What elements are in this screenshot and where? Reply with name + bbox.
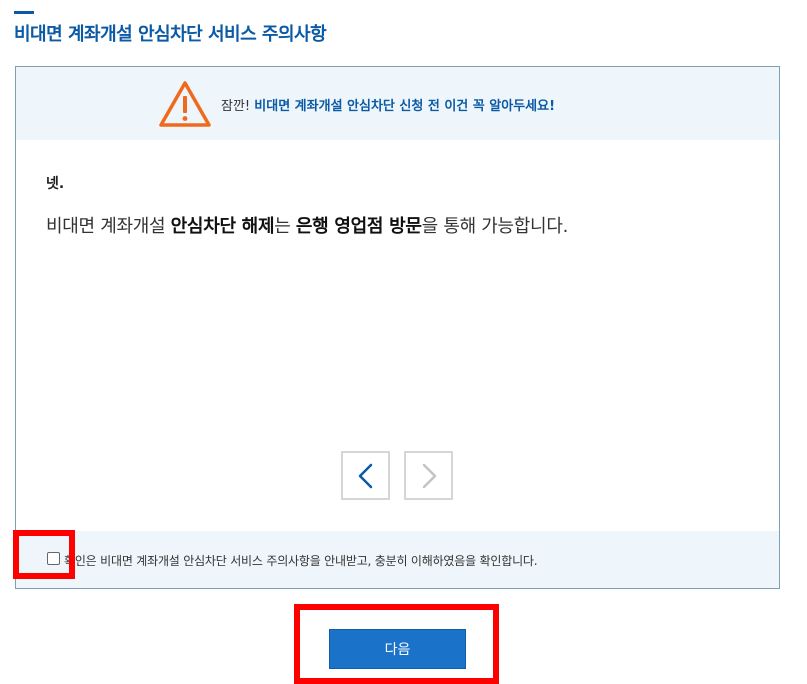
content-text-bold1: 안심차단 해제: [170, 216, 275, 237]
confirm-area: 확인은 비대면 계좌개설 안심차단 서비스 주의사항을 안내받고, 충분히 이해…: [16, 531, 779, 588]
content-text-part2: 는: [274, 216, 296, 237]
next-page-button[interactable]: [404, 451, 453, 500]
confirm-label: 확인은 비대면 계좌개설 안심차단 서비스 주의사항을 안내받고, 충분히 이해…: [64, 554, 538, 568]
chevron-left-icon: [358, 463, 373, 489]
next-button[interactable]: 다음: [329, 629, 466, 669]
title-accent-bar: [14, 11, 34, 14]
page-title: 비대면 계좌개설 안심차단 서비스 주의사항: [14, 24, 327, 45]
content-text-part1: 비대면 계좌개설: [46, 216, 171, 237]
prev-page-button[interactable]: [341, 451, 390, 500]
notice-message: 비대면 계좌개설 안심차단 신청 전 이건 꼭 알아두세요!: [254, 99, 556, 114]
notice-banner: 잠깐! 비대면 계좌개설 안심차단 신청 전 이건 꼭 알아두세요!: [16, 67, 779, 140]
notice-panel: 잠깐! 비대면 계좌개설 안심차단 신청 전 이건 꼭 알아두세요! 넷. 비대…: [15, 66, 780, 589]
notice-prefix: 잠깐!: [221, 99, 251, 114]
content-text-part3: 을 통해 가능합니다.: [421, 216, 569, 237]
warning-triangle-icon: [158, 79, 212, 129]
content-text: 비대면 계좌개설 안심차단 해제는 은행 영업점 방문을 통해 가능합니다.: [46, 212, 568, 238]
chevron-right-icon: [422, 463, 437, 489]
notice-text: 잠깐! 비대면 계좌개설 안심차단 신청 전 이건 꼭 알아두세요!: [221, 95, 555, 114]
content-text-bold2: 은행 영업점 방문: [295, 216, 422, 237]
content-step-label: 넷.: [46, 176, 65, 192]
confirm-checkbox[interactable]: [47, 552, 60, 565]
